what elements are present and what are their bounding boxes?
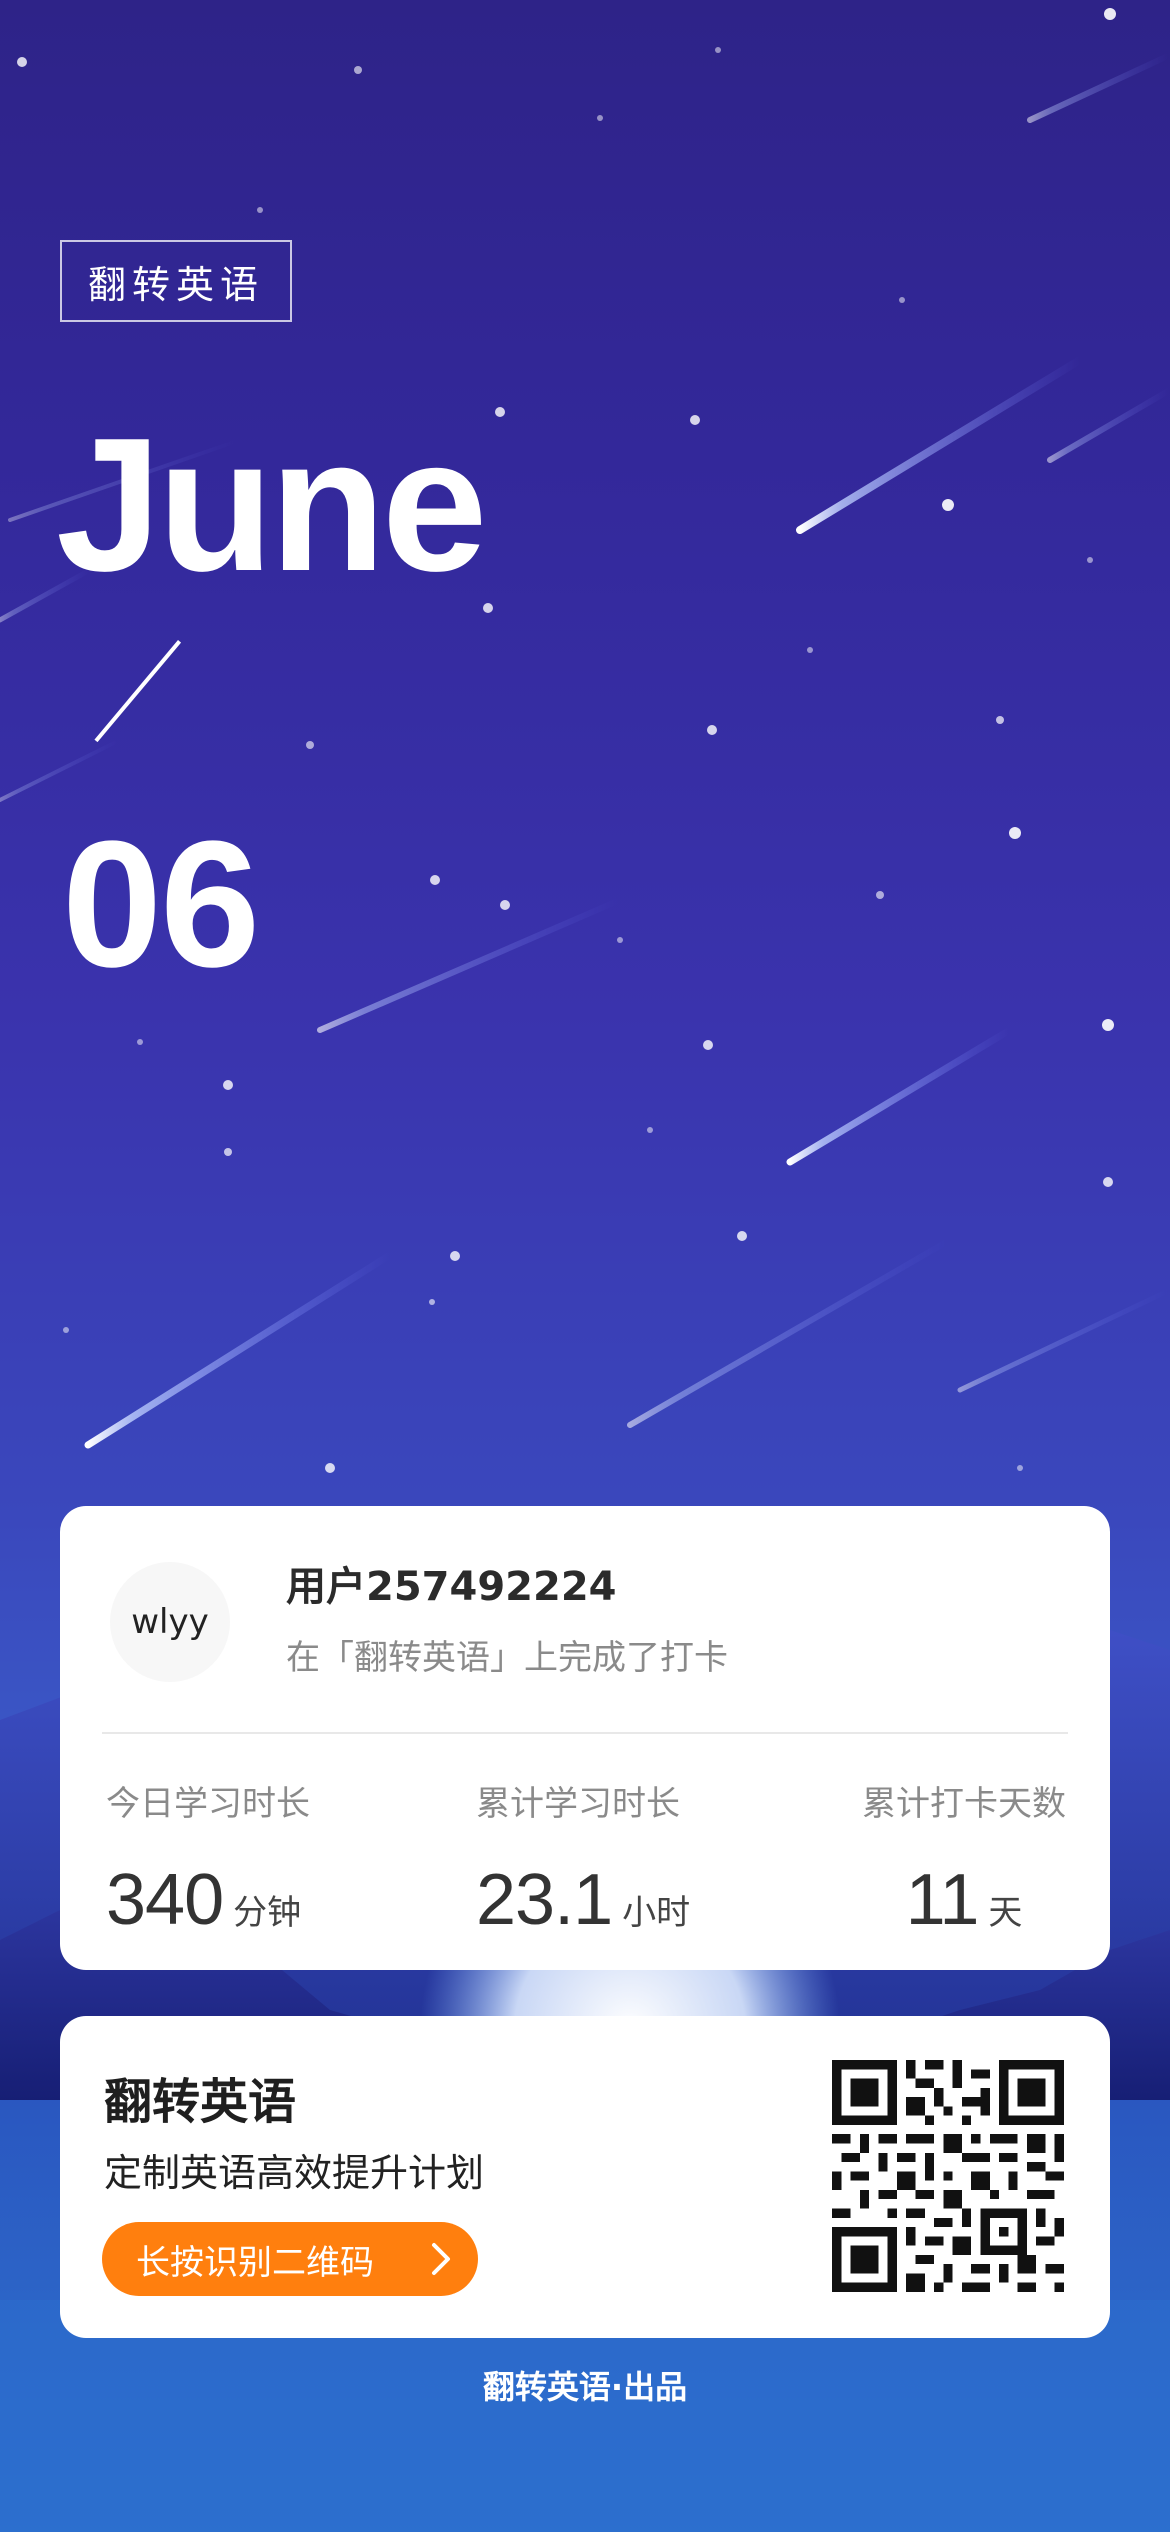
qr-code-icon[interactable]: [832, 2060, 1064, 2292]
chevron-right-icon: [430, 2222, 452, 2296]
stat-total-duration: 累计学习时长 23.1 小时: [476, 1776, 690, 1941]
stat-value: 11: [905, 1860, 980, 1940]
stat-today-duration: 今日学习时长 340 分钟: [106, 1776, 310, 1941]
day-label: 06: [62, 804, 260, 1005]
stat-label: 累计学习时长: [476, 1784, 680, 1824]
promo-card: 翻转英语 定制英语高效提升计划 长按识别二维码: [60, 2016, 1110, 2338]
month-label: June: [56, 399, 487, 611]
checkin-message: 在「翻转英语」上完成了打卡: [286, 1638, 728, 1678]
promo-title: 翻转英语: [104, 2074, 297, 2130]
stat-value: 340: [106, 1860, 224, 1940]
stat-label: 今日学习时长: [106, 1784, 310, 1824]
divider: [102, 1732, 1068, 1734]
user-name: 用户257492224: [286, 1564, 617, 1610]
avatar-text: wlyy: [131, 1602, 209, 1642]
stars: [17, 8, 1116, 1473]
stat-total-checkin-days: 累计打卡天数 11 天: [862, 1776, 1066, 1941]
checkin-stats-card: wlyy 用户257492224 在「翻转英语」上完成了打卡 今日学习时长 34…: [60, 1506, 1110, 1970]
promo-subtitle: 定制英语高效提升计划: [104, 2151, 485, 2195]
brand-tag: 翻转英语: [60, 240, 292, 322]
scan-qr-button[interactable]: 长按识别二维码: [102, 2222, 478, 2296]
stat-unit: 小时: [622, 1893, 691, 1933]
stat-value: 23.1: [476, 1860, 613, 1940]
checkin-poster: 翻转英语 June 06 wlyy 用户257492224 在「翻转英语」上完成…: [0, 0, 1170, 2532]
footer-credit: 翻转英语·出品: [482, 2368, 688, 2406]
stat-unit: 天: [988, 1893, 1023, 1933]
avatar: wlyy: [110, 1562, 230, 1682]
scan-qr-button-label: 长按识别二维码: [136, 2242, 374, 2283]
stat-unit: 分钟: [233, 1893, 302, 1933]
stat-label: 累计打卡天数: [862, 1784, 1066, 1824]
